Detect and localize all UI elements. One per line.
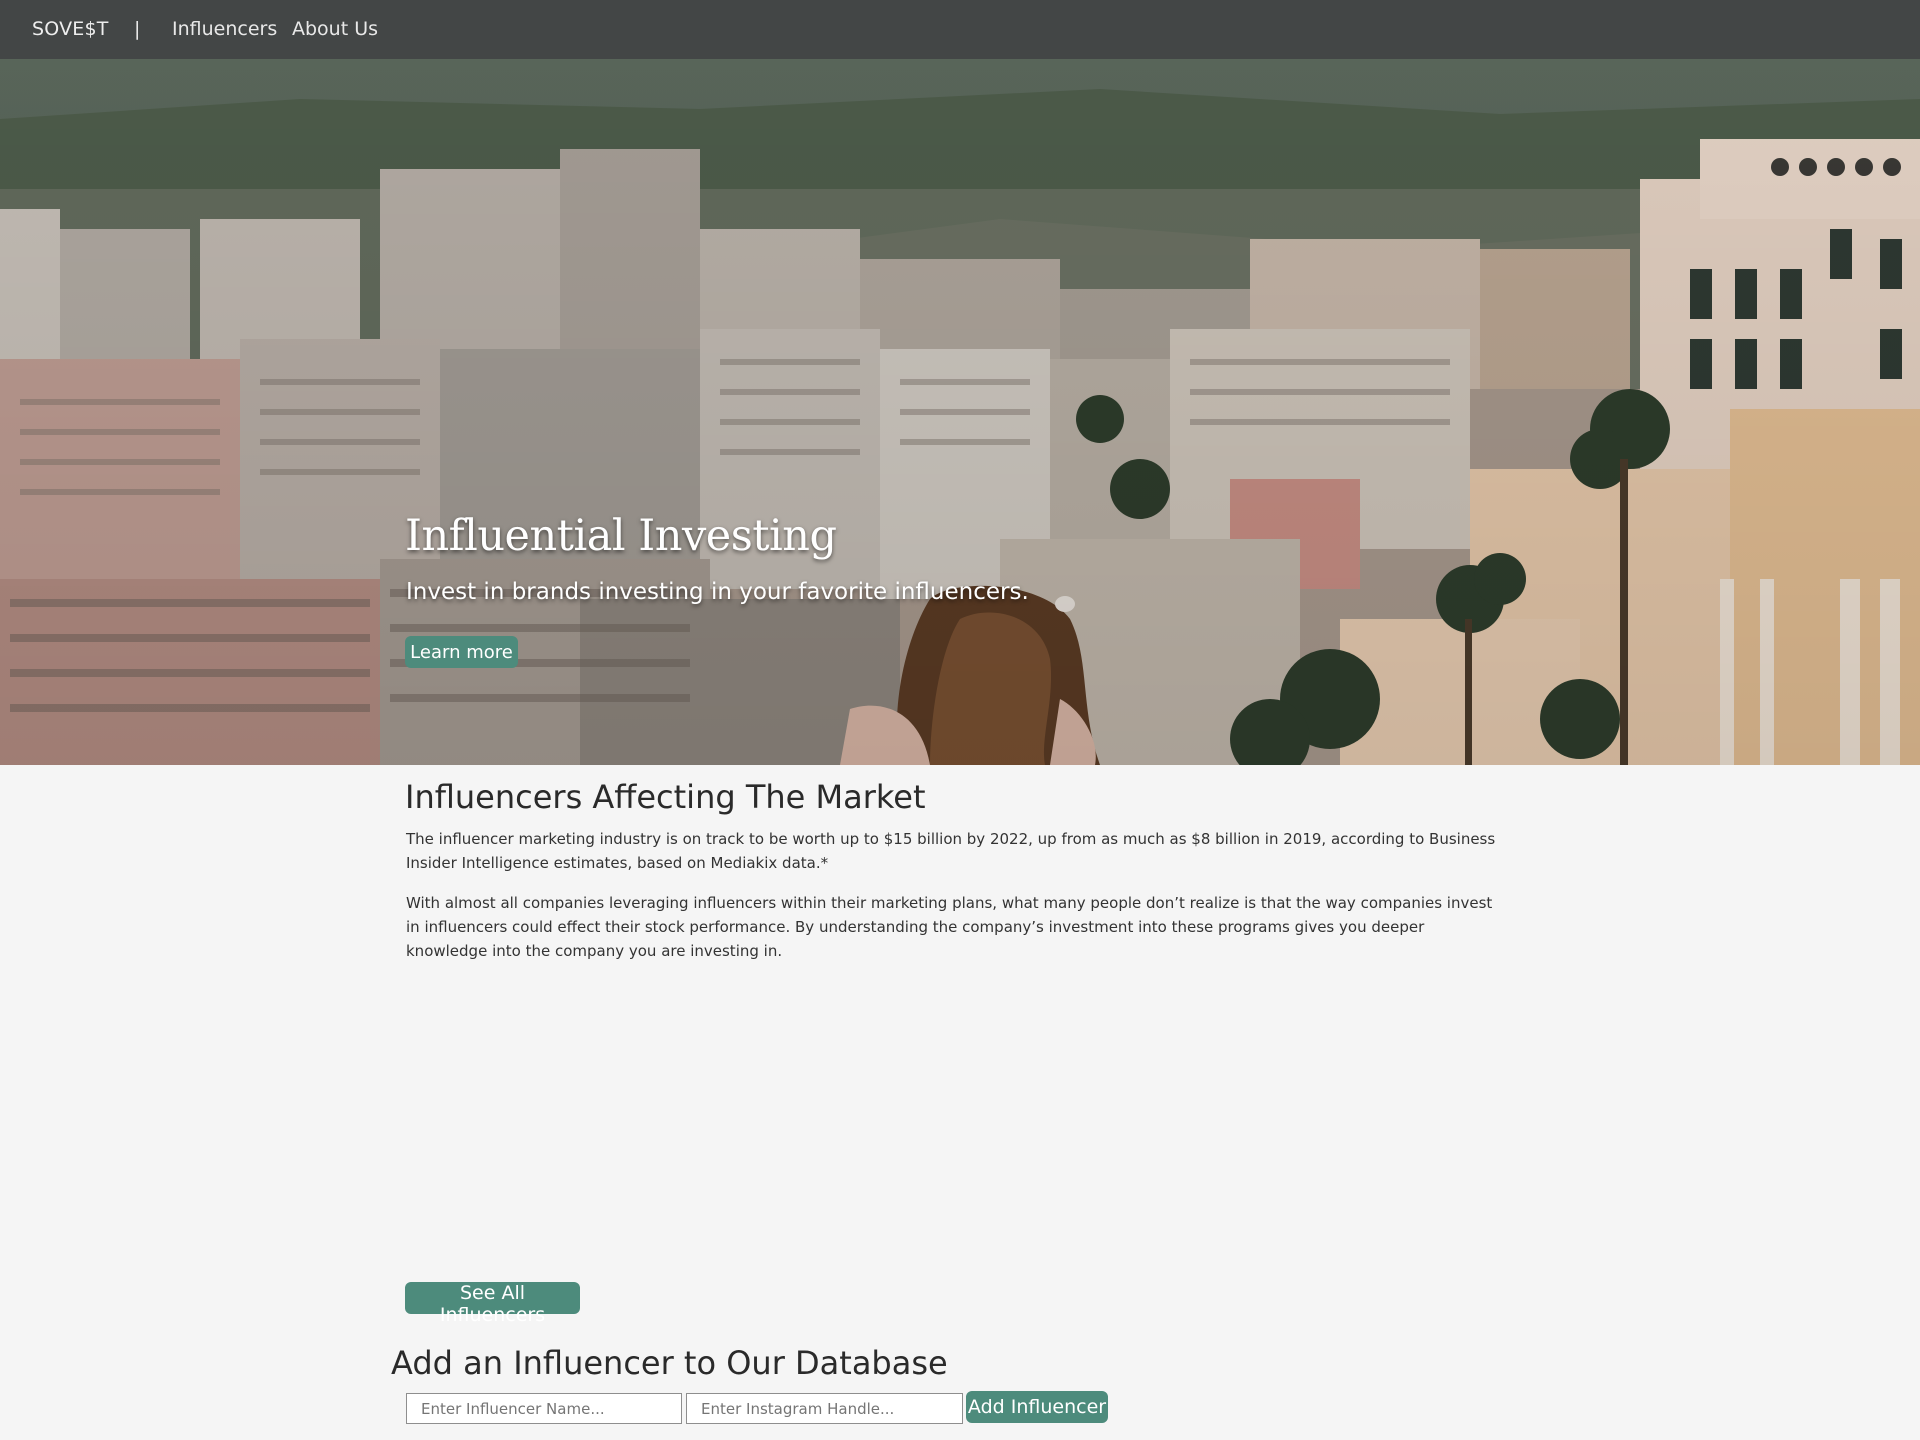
brand-logo-link[interactable]: SOVE$T	[32, 18, 109, 40]
see-all-influencers-button[interactable]: See All Influencers	[405, 1282, 580, 1326]
top-navbar: SOVE$T | Influencers About Us	[0, 0, 1920, 59]
learn-more-button[interactable]: Learn more	[405, 636, 518, 668]
nav-link-influencers[interactable]: Influencers	[172, 18, 277, 40]
hero-title: Influential Investing	[405, 511, 837, 561]
hero-background-image	[0, 59, 1920, 765]
instagram-handle-input[interactable]	[686, 1393, 963, 1424]
market-paragraph-1: The influencer marketing industry is on …	[406, 830, 1496, 872]
add-influencer-button[interactable]: Add Influencer	[966, 1391, 1108, 1423]
nav-link-about-us[interactable]: About Us	[292, 18, 378, 40]
hero-subtitle: Invest in brands investing in your favor…	[406, 579, 1029, 605]
nav-separator: |	[134, 18, 141, 40]
market-paragraph-2: With almost all companies leveraging inf…	[406, 894, 1493, 960]
add-influencer-title: Add an Influencer to Our Database	[391, 1344, 948, 1382]
influencer-name-input[interactable]	[406, 1393, 682, 1424]
hero-banner: Influential Investing Invest in brands i…	[0, 59, 1920, 765]
market-section-title: Influencers Affecting The Market	[405, 778, 926, 816]
